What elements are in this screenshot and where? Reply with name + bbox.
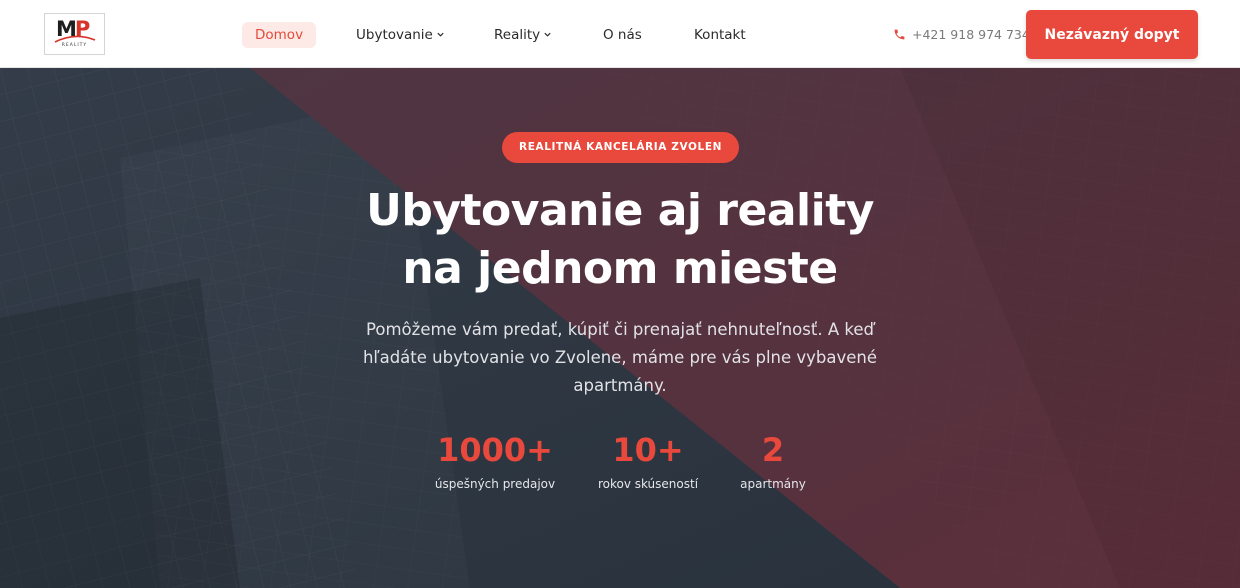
chevron-down-icon xyxy=(437,32,444,37)
hero-badge: REALITNÁ KANCELÁRIA ZVOLEN xyxy=(502,132,739,163)
nav-item-contact[interactable]: Kontakt xyxy=(694,22,746,48)
nav-item-about[interactable]: O nás xyxy=(603,22,642,48)
stat-value: 10+ xyxy=(612,431,684,469)
nav-item-label: Ubytovanie xyxy=(356,27,433,43)
site-header: MP REALITY Domov Ubytovanie Reality O ná… xyxy=(0,0,1240,68)
logo[interactable]: MP REALITY xyxy=(44,13,105,55)
hero-title-line-2: na jednom mieste xyxy=(402,243,838,294)
nav-item-home[interactable]: Domov xyxy=(242,22,317,48)
hero-title-line-1: Ubytovanie aj reality xyxy=(366,185,874,236)
stat-value: 1000+ xyxy=(437,431,553,469)
logo-subtitle: REALITY xyxy=(61,43,88,48)
phone-link[interactable]: +421 918 974 734 xyxy=(893,22,1030,48)
stat-label: úspešných predajov xyxy=(434,477,556,491)
stat-label: apartmány xyxy=(740,477,806,491)
nav-item-label: Reality xyxy=(494,27,541,43)
hero-title: Ubytovanie aj reality na jednom mieste xyxy=(270,182,970,298)
inquiry-button[interactable]: Nezávazný dopyt xyxy=(1026,10,1198,59)
phone-icon xyxy=(894,29,905,40)
nav-item-accommodation[interactable]: Ubytovanie xyxy=(356,22,445,48)
stat-sales: 1000+ úspešných predajov xyxy=(425,430,565,492)
stat-experience: 10+ rokov skúseností xyxy=(588,430,708,492)
stat-value: 2 xyxy=(761,431,785,469)
nav-item-reality[interactable]: Reality xyxy=(494,22,552,48)
hero-subtitle: Pomôžeme vám predať, kúpiť či prenajať n… xyxy=(362,320,878,395)
phone-number: +421 918 974 734 xyxy=(912,27,1030,42)
stat-apartments: 2 apartmány xyxy=(728,430,818,492)
chevron-down-icon xyxy=(544,32,551,37)
hero-section: REALITNÁ KANCELÁRIA ZVOLEN Ubytovanie aj… xyxy=(0,68,1240,588)
stat-label: rokov skúseností xyxy=(597,477,699,491)
